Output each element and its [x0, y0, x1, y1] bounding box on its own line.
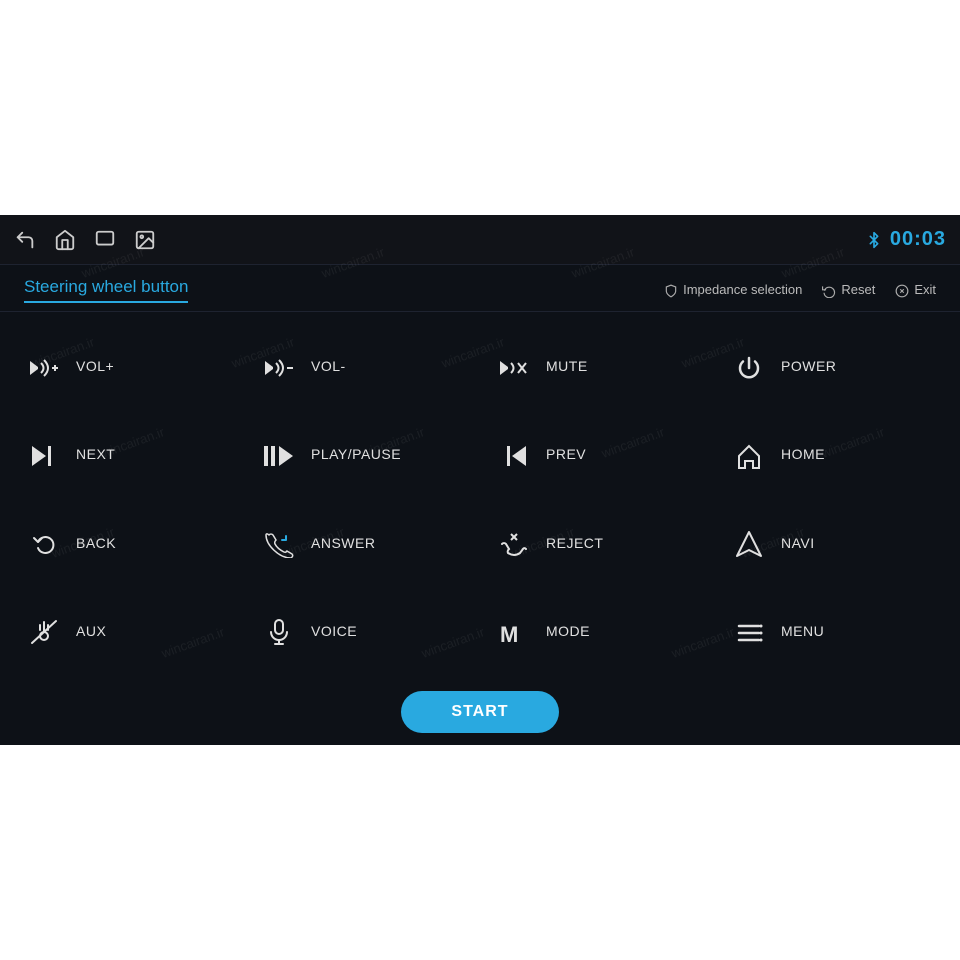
- svg-text:M: M: [500, 622, 518, 646]
- window-nav-icon[interactable]: [94, 229, 116, 251]
- vol-plus-label: VOL+: [76, 358, 114, 374]
- reset-label: Reset: [841, 282, 875, 297]
- power-button[interactable]: POWER: [715, 322, 950, 410]
- impedance-label: Impedance selection: [683, 282, 802, 297]
- mode-label: MODE: [546, 623, 590, 639]
- back-icon: [26, 527, 62, 558]
- prev-icon: [496, 439, 532, 470]
- aux-label: AUX: [76, 623, 106, 639]
- shield-icon: [664, 282, 678, 298]
- menu-button[interactable]: MENU: [715, 587, 950, 675]
- vol-minus-label: VOL-: [311, 358, 346, 374]
- mode-button[interactable]: M MODE: [480, 587, 715, 675]
- answer-icon: [261, 527, 297, 558]
- mute-label: MUTE: [546, 358, 588, 374]
- gallery-nav-icon[interactable]: [134, 229, 156, 251]
- prev-label: PREV: [546, 446, 586, 462]
- navi-label: NAVI: [781, 535, 815, 551]
- exit-action[interactable]: Exit: [895, 282, 936, 298]
- vol-plus-button[interactable]: VOL+: [10, 322, 245, 410]
- start-button-row: START: [0, 685, 960, 745]
- bluetooth-icon: [866, 229, 882, 250]
- answer-label: ANSWER: [311, 535, 375, 551]
- start-button[interactable]: START: [401, 691, 558, 733]
- mode-icon: M: [496, 615, 532, 646]
- header-row: Steering wheel button Impedance selectio…: [0, 265, 960, 312]
- home-nav-icon[interactable]: [54, 229, 76, 251]
- power-label: POWER: [781, 358, 836, 374]
- answer-button[interactable]: ANSWER: [245, 499, 480, 587]
- header-actions: Impedance selection Reset: [664, 282, 936, 298]
- voice-label: VOICE: [311, 623, 357, 639]
- play-pause-icon: [261, 439, 297, 470]
- home-label: HOME: [781, 446, 825, 462]
- voice-icon: [261, 615, 297, 646]
- reject-icon: [496, 527, 532, 558]
- next-label: NEXT: [76, 446, 115, 462]
- reset-action[interactable]: Reset: [822, 282, 875, 298]
- prev-button[interactable]: PREV: [480, 410, 715, 498]
- play-pause-button[interactable]: PLAY/PAUSE: [245, 410, 480, 498]
- reset-icon: [822, 282, 836, 298]
- top-bar-right: 00:03: [866, 228, 946, 251]
- back-button[interactable]: BACK: [10, 499, 245, 587]
- mute-button[interactable]: MUTE: [480, 322, 715, 410]
- home-button[interactable]: HOME: [715, 410, 950, 498]
- nav-icons: [14, 229, 156, 251]
- home-icon: [731, 439, 767, 470]
- reject-label: REJECT: [546, 535, 603, 551]
- back-label: BACK: [76, 535, 116, 551]
- reject-button[interactable]: REJECT: [480, 499, 715, 587]
- power-icon: [731, 351, 767, 382]
- exit-label: Exit: [914, 282, 936, 297]
- aux-icon: [26, 615, 62, 646]
- mute-icon: [496, 351, 532, 382]
- exit-icon: [895, 282, 909, 298]
- button-grid: VOL+ VOL-: [0, 312, 960, 685]
- navi-icon: [731, 527, 767, 558]
- app-container: wincairan.ir wincairan.ir wincairan.ir w…: [0, 215, 960, 745]
- aux-button[interactable]: AUX: [10, 587, 245, 675]
- voice-button[interactable]: VOICE: [245, 587, 480, 675]
- clock-display: 00:03: [890, 228, 946, 251]
- impedance-selection-action[interactable]: Impedance selection: [664, 282, 802, 298]
- vol-minus-icon: [261, 351, 297, 382]
- navi-button[interactable]: NAVI: [715, 499, 950, 587]
- play-pause-label: PLAY/PAUSE: [311, 446, 401, 462]
- next-button[interactable]: NEXT: [10, 410, 245, 498]
- vol-plus-icon: [26, 351, 62, 382]
- vol-minus-button[interactable]: VOL-: [245, 322, 480, 410]
- back-nav-icon[interactable]: [14, 229, 36, 251]
- top-bar: 00:03: [0, 215, 960, 265]
- menu-icon: [731, 615, 767, 646]
- next-icon: [26, 439, 62, 470]
- content-area: Steering wheel button Impedance selectio…: [0, 265, 960, 745]
- page-title: Steering wheel button: [24, 277, 188, 303]
- menu-label: MENU: [781, 623, 824, 639]
